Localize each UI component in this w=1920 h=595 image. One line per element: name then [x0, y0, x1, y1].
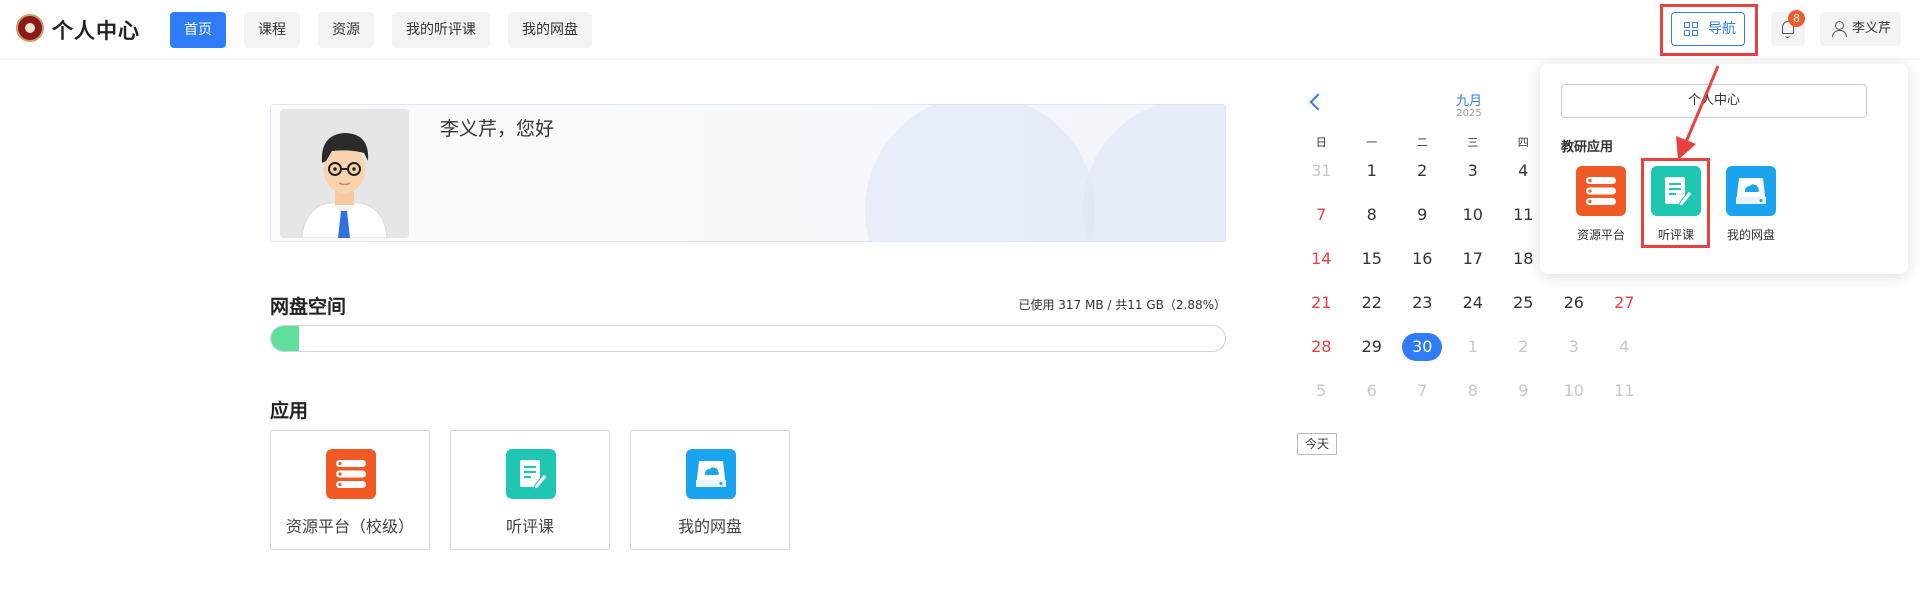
app-label: 我的网盘	[677, 517, 742, 536]
calendar-weekday: 日	[1315, 136, 1327, 149]
site-title[interactable]: 个人中心	[52, 15, 140, 45]
annotation-arrow-icon	[1676, 65, 1720, 160]
server-stack-icon	[1576, 166, 1626, 216]
calendar-weekday: 三	[1467, 136, 1479, 149]
storage-progress-fill	[271, 326, 299, 351]
app-card-my-drive[interactable]: 我的网盘	[630, 430, 790, 550]
calendar-day[interactable]: 9	[1397, 200, 1448, 244]
calendar-day[interactable]: 10	[1448, 200, 1499, 244]
calendar-day[interactable]: 1	[1347, 156, 1398, 200]
app-label: 我的网盘	[1726, 228, 1775, 242]
decorative-circle	[865, 105, 1095, 241]
navigation-button[interactable]: 导航	[1671, 12, 1745, 46]
decorative-circle	[1083, 105, 1225, 241]
app-label: 资源平台（校级）	[285, 517, 414, 536]
main-nav: 首页 课程 资源 我的听评课 我的网盘	[170, 12, 592, 48]
calendar-year: 2025	[1456, 108, 1482, 119]
calendar-day[interactable]: 2	[1498, 332, 1549, 376]
calendar-day[interactable]: 9	[1498, 376, 1549, 420]
storage-usage-text: 已使用 317 MB / 共11 GB（2.88%）	[1018, 298, 1226, 312]
grid-icon	[1684, 22, 1698, 36]
school-logo-icon[interactable]	[16, 14, 44, 42]
calendar-day[interactable]: 2	[1397, 156, 1448, 200]
calendar-day[interactable]: 1	[1448, 332, 1499, 376]
cloud-drive-icon	[686, 449, 736, 499]
panel-section-title: 教研应用	[1561, 140, 1614, 155]
edit-document-icon	[506, 449, 556, 499]
navigation-button-label: 导航	[1708, 21, 1736, 37]
calendar-day[interactable]: 30	[1397, 332, 1448, 376]
app-card-lesson-review[interactable]: 听评课	[450, 430, 610, 550]
calendar-day[interactable]: 29	[1347, 332, 1398, 376]
user-icon	[1832, 21, 1847, 37]
calendar-day[interactable]: 4	[1599, 332, 1650, 376]
apps-title: 应用	[270, 400, 309, 422]
calendar-day[interactable]: 3	[1549, 332, 1600, 376]
calendar-day[interactable]: 17	[1448, 244, 1499, 288]
calendar-day[interactable]: 27	[1599, 288, 1650, 332]
calendar-day[interactable]: 10	[1549, 376, 1600, 420]
calendar-day[interactable]: 11	[1599, 376, 1650, 420]
avatar	[280, 109, 409, 238]
calendar-day[interactable]: 21	[1296, 288, 1347, 332]
top-header: 个人中心 首页 课程 资源 我的听评课 我的网盘	[0, 0, 1920, 58]
calendar-day[interactable]: 5	[1296, 376, 1347, 420]
calendar-day[interactable]: 22	[1347, 288, 1398, 332]
calendar-weekday: 一	[1366, 136, 1378, 149]
cloud-drive-icon	[1726, 166, 1776, 216]
storage-title: 网盘空间	[270, 296, 347, 318]
nav-courses[interactable]: 课程	[244, 12, 300, 48]
calendar-day[interactable]: 15	[1347, 244, 1398, 288]
calendar-day[interactable]: 7	[1397, 376, 1448, 420]
app-label: 资源平台	[1576, 228, 1625, 242]
chevron-left-icon[interactable]	[1309, 93, 1327, 111]
notification-count-badge: 8	[1788, 10, 1805, 27]
calendar-day[interactable]: 31	[1296, 156, 1347, 200]
calendar-day[interactable]: 25	[1498, 288, 1549, 332]
calendar-day[interactable]: 14	[1296, 244, 1347, 288]
calendar-day[interactable]: 8	[1448, 376, 1499, 420]
welcome-card: 李义芹，您好	[270, 104, 1226, 242]
user-menu-button[interactable]: 李义芹	[1820, 12, 1901, 46]
panel-app-highlight-frame	[1641, 158, 1710, 248]
panel-app-my-drive[interactable]: 我的网盘	[1718, 164, 1784, 248]
panel-app-resource-platform[interactable]: 资源平台	[1568, 164, 1634, 248]
calendar-month[interactable]: 九月	[1429, 90, 1509, 109]
calendar-day[interactable]: 3	[1448, 156, 1499, 200]
calendar-day[interactable]: 23	[1397, 288, 1448, 332]
app-label: 听评课	[505, 517, 554, 536]
calendar-weekday: 二	[1416, 136, 1428, 149]
calendar-day[interactable]: 28	[1296, 332, 1347, 376]
server-stack-icon	[326, 449, 376, 499]
nav-my-lesson-reviews[interactable]: 我的听评课	[392, 12, 490, 48]
calendar-day[interactable]: 16	[1397, 244, 1448, 288]
today-button[interactable]: 今天	[1297, 433, 1337, 455]
calendar-day[interactable]: 7	[1296, 200, 1347, 244]
nav-my-drive[interactable]: 我的网盘	[508, 12, 592, 48]
calendar-day[interactable]: 6	[1347, 376, 1398, 420]
user-name: 李义芹	[1852, 21, 1892, 36]
calendar-day[interactable]: 24	[1448, 288, 1499, 332]
calendar-day[interactable]: 8	[1347, 200, 1398, 244]
nav-resources[interactable]: 资源	[318, 12, 374, 48]
app-card-resource-platform[interactable]: 资源平台（校级）	[270, 430, 430, 550]
storage-progress-bar	[270, 325, 1226, 352]
greeting-text: 李义芹，您好	[440, 118, 555, 140]
nav-home[interactable]: 首页	[170, 12, 226, 48]
calendar-day[interactable]: 26	[1549, 288, 1600, 332]
